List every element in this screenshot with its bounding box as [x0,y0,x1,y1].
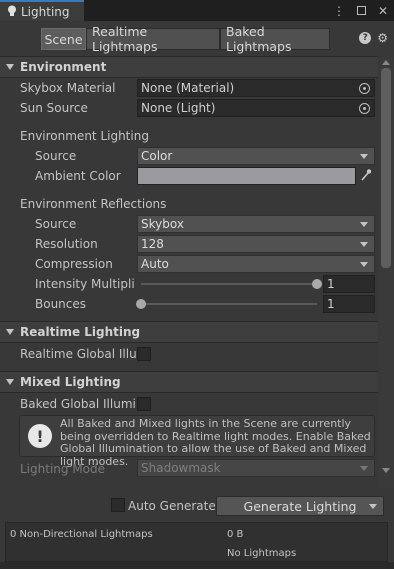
ambient-color-label: Ambient Color [35,169,121,183]
square-icon[interactable] [356,6,366,15]
object-picker-icon[interactable] [359,83,370,94]
window-controls: ⋮ ✕ [333,0,388,21]
ambient-color-swatch[interactable] [137,167,356,185]
intensity-multiplier-label: Intensity Multiplie [35,277,135,291]
lightmaps-count: 0 Non-Directional Lightmaps [10,529,153,540]
baked-gi-label: Baked Global Illumin [20,397,136,411]
kebab-icon[interactable]: ⋮ [333,4,345,18]
foldout-arrow-icon [6,379,14,385]
lightmaps-note: No Lightmaps [227,548,297,559]
environment-section-header[interactable]: Environment [0,56,378,78]
resolution-value: 128 [141,237,164,251]
environment-reflections-label: Environment Reflections [20,197,167,211]
eyedropper-icon[interactable] [360,168,374,184]
bounces-slider-track[interactable] [141,303,317,305]
reflection-source-label: Source [35,217,77,231]
skybox-material-field[interactable]: None (Material) [137,79,375,97]
realtime-gi-label: Realtime Global Illum [20,347,136,361]
dropdown-arrow-icon [360,154,368,159]
resolution-dropdown[interactable]: 128 [137,235,375,253]
footer-strip [0,562,394,569]
scroll-down-arrow-icon[interactable] [382,468,390,473]
close-icon[interactable]: ✕ [378,4,388,18]
dropdown-arrow-icon [360,222,368,227]
scroll-up-arrow-icon[interactable] [382,60,390,65]
intensity-slider-track[interactable] [141,283,317,285]
dropdown-arrow-icon [360,242,368,247]
sun-source-label: Sun Source [20,101,88,115]
bounces-slider-knob[interactable] [136,299,146,309]
bounces-label: Bounces [35,297,87,311]
warning-icon: ! [28,424,52,448]
object-picker-icon[interactable] [359,103,370,114]
foldout-arrow-icon [6,329,14,335]
skybox-material-label: Skybox Material [20,81,116,95]
dropdown-arrow-icon [360,262,368,267]
tab-baked-lightmaps[interactable]: Baked Lightmaps [220,24,330,54]
baked-gi-checkbox[interactable] [137,397,151,411]
compression-label: Compression [35,257,113,271]
environment-lighting-label: Environment Lighting [20,129,149,143]
mode-tabs: Scene Realtime Lightmaps Baked Lightmaps [41,24,330,54]
auto-generate-label: Auto Generate [128,499,216,513]
sun-source-value: None (Light) [141,101,216,115]
reflection-source-dropdown[interactable]: Skybox [137,215,375,233]
source-label: Source [35,149,77,163]
reflection-source-value: Skybox [141,217,184,231]
intensity-slider-knob[interactable] [312,279,322,289]
section-title: Environment [20,60,107,74]
info-help-box: ! All Baked and Mixed lights in the Scen… [19,415,375,467]
sun-source-field[interactable]: None (Light) [137,99,375,117]
window-title: Lighting [21,4,70,19]
dropdown-arrow-icon[interactable] [369,504,377,509]
compression-value: Auto [141,257,169,271]
dropdown-arrow-icon [360,466,368,471]
toolbar-icons: ? ⚙ [359,28,388,48]
lighting-mode-dropdown: Shadowmask [137,459,375,477]
realtime-gi-checkbox[interactable] [137,347,151,361]
foldout-arrow-icon [6,64,14,70]
help-icon[interactable]: ? [359,32,372,44]
source-value: Color [141,149,173,163]
lightmaps-size: 0 B [227,529,244,540]
auto-generate-checkbox[interactable] [111,498,125,512]
intensity-multiplier-input[interactable]: 1 [323,275,375,293]
lighting-window-tab[interactable]: Lighting [0,0,84,21]
tab-realtime-lightmaps[interactable]: Realtime Lightmaps [86,24,220,54]
gear-icon[interactable]: ⚙ [377,31,388,45]
lightmap-stats: 0 Non-Directional Lightmaps 0 B No Light… [5,522,388,562]
generate-lighting-label: Generate Lighting [243,498,357,514]
lighting-mode-value: Shadowmask [141,461,221,475]
compression-dropdown[interactable]: Auto [137,255,375,273]
lightbulb-icon [6,5,18,19]
lighting-mode-label: Lighting Mode [20,462,106,476]
skybox-material-value: None (Material) [141,81,235,95]
source-dropdown[interactable]: Color [137,147,375,165]
section-title: Mixed Lighting [20,375,121,389]
generate-lighting-button[interactable]: Generate Lighting [216,496,384,516]
tab-scene[interactable]: Scene [41,28,86,50]
mixed-lighting-section-header[interactable]: Mixed Lighting [0,371,378,393]
scrollbar-thumb[interactable] [381,68,391,268]
resolution-label: Resolution [35,237,98,251]
realtime-lighting-section-header[interactable]: Realtime Lighting [0,321,378,343]
section-title: Realtime Lighting [20,325,141,339]
bounces-input[interactable]: 1 [323,295,375,313]
